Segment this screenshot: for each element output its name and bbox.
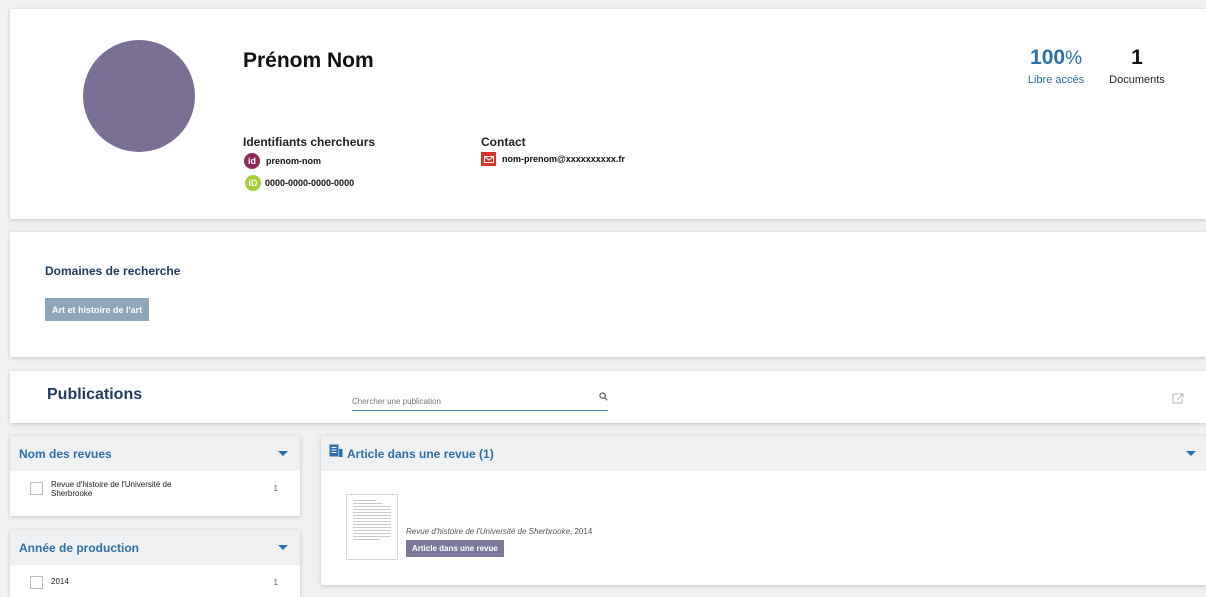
filter-journal-count: 1 bbox=[273, 484, 278, 493]
filter-journals-title: Nom des revues bbox=[19, 446, 112, 461]
search-icon[interactable] bbox=[599, 388, 608, 406]
chevron-down-icon[interactable] bbox=[278, 545, 288, 550]
article-year: , 2014 bbox=[570, 527, 593, 536]
idref-icon: id bbox=[244, 153, 260, 169]
filter-journals-header[interactable]: Nom des revues bbox=[10, 436, 300, 471]
publications-title: Publications bbox=[47, 386, 143, 403]
domains-title: Domaines de recherche bbox=[45, 264, 181, 278]
open-access-label: Libre accès bbox=[1027, 74, 1085, 86]
orcid-identifier[interactable]: iD 0000-0000-0000-0000 bbox=[245, 175, 354, 191]
export-icon[interactable] bbox=[1172, 391, 1184, 409]
research-domains-card: Domaines de recherche Art et histoire de… bbox=[10, 232, 1206, 357]
articles-panel: Article dans une revue (1) Revue d'histo… bbox=[321, 436, 1206, 585]
article-type-badge: Article dans une revue bbox=[406, 540, 504, 557]
open-access-stat[interactable]: 100% Libre accès bbox=[1021, 46, 1091, 86]
identifiers-label: Identifiants chercheurs bbox=[243, 135, 376, 149]
chevron-down-icon[interactable] bbox=[278, 451, 288, 456]
avatar bbox=[83, 40, 195, 152]
contact-label: Contact bbox=[481, 135, 526, 149]
profile-card: Prénom Nom Identifiants chercheurs id pr… bbox=[10, 9, 1206, 219]
idref-value[interactable]: prenom-nom bbox=[266, 156, 321, 166]
orcid-icon: iD bbox=[245, 175, 261, 191]
search-input[interactable] bbox=[352, 397, 582, 410]
filter-journals-panel: Nom des revues Revue d'histoire de l'Uni… bbox=[10, 436, 300, 516]
filter-journal-checkbox[interactable] bbox=[30, 482, 43, 495]
contact-email[interactable]: nom-prenom@xxxxxxxxxx.fr bbox=[481, 152, 625, 166]
email-value[interactable]: nom-prenom@xxxxxxxxxx.fr bbox=[502, 154, 625, 164]
filter-year-item[interactable]: 2014 1 bbox=[10, 565, 300, 589]
article-group-title: Article dans une revue (1) bbox=[347, 446, 494, 461]
filter-year-header[interactable]: Année de production bbox=[10, 530, 300, 565]
filter-journal-item[interactable]: Revue d'histoire de l'Université de Sher… bbox=[10, 471, 300, 498]
filter-year-label: 2014 bbox=[51, 577, 69, 586]
publications-bar: Publications bbox=[10, 371, 1206, 423]
person-name: Prénom Nom bbox=[243, 49, 374, 72]
orcid-value[interactable]: 0000-0000-0000-0000 bbox=[265, 178, 354, 188]
filter-year-title: Année de production bbox=[19, 540, 139, 555]
filter-year-count: 1 bbox=[273, 578, 278, 587]
document-icon bbox=[329, 444, 343, 463]
article-group-header[interactable]: Article dans une revue (1) bbox=[321, 436, 1206, 471]
mail-icon bbox=[481, 152, 496, 166]
documents-stat: 1 Documents bbox=[1102, 46, 1172, 86]
article-journal[interactable]: Revue d'histoire de l'Université de Sher… bbox=[406, 527, 570, 536]
article-source: Revue d'histoire de l'Université de Sher… bbox=[406, 527, 592, 536]
domain-tag[interactable]: Art et histoire de l'art bbox=[45, 298, 150, 321]
open-access-unit: % bbox=[1065, 48, 1082, 69]
filter-year-checkbox[interactable] bbox=[30, 576, 43, 589]
documents-label: Documents bbox=[1109, 74, 1165, 86]
filter-year-panel: Année de production 2014 1 bbox=[10, 530, 300, 597]
chevron-down-icon[interactable] bbox=[1186, 451, 1196, 456]
open-access-value: 100 bbox=[1030, 46, 1066, 69]
documents-value: 1 bbox=[1131, 46, 1143, 69]
search-box bbox=[352, 390, 608, 411]
idref-identifier[interactable]: id prenom-nom bbox=[244, 153, 321, 169]
filter-journal-label: Revue d'histoire de l'Université de Sher… bbox=[51, 480, 172, 498]
article-thumbnail[interactable] bbox=[346, 494, 398, 560]
